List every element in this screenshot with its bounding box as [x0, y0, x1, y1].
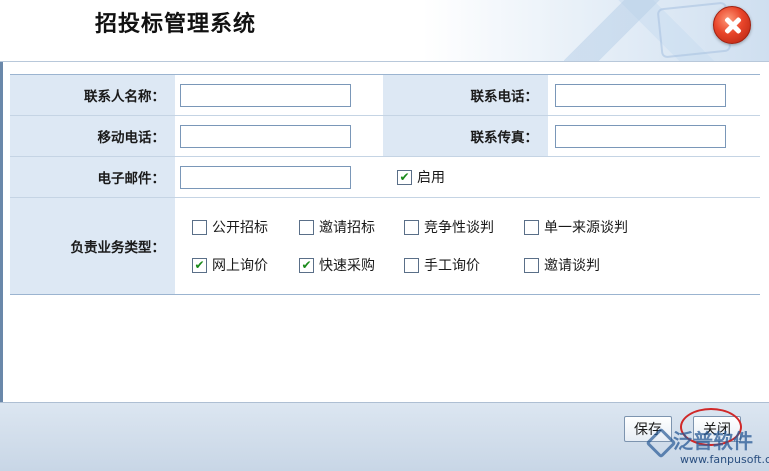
title-bar: 招投标管理系统: [0, 0, 769, 62]
option-checkbox[interactable]: [404, 257, 419, 273]
option-single-source[interactable]: 单一来源谈判: [524, 208, 654, 246]
option-manual-inquiry[interactable]: 手工询价: [404, 246, 524, 284]
option-label: 手工询价: [424, 258, 480, 274]
option-online-inquiry[interactable]: ✔ 网上询价: [192, 246, 299, 284]
option-checkbox[interactable]: [524, 219, 539, 235]
business-types-cell: 公开招标 邀请招标 竞争性谈判 单一来源谈判 ✔ 网上询价 ✔ 快速采购 手工询…: [175, 198, 760, 294]
email-label: 电子邮件：: [10, 157, 175, 197]
contact-name-input[interactable]: [180, 83, 351, 107]
enable-checkbox[interactable]: ✔: [397, 169, 412, 185]
watermark-url: www.fanpusoft.com: [680, 453, 769, 466]
mobile-phone-input[interactable]: [180, 124, 351, 148]
option-label: 公开招标: [212, 220, 268, 236]
option-label: 竞争性谈判: [424, 220, 494, 236]
mobile-phone-cell: [175, 116, 383, 156]
mobile-phone-label: 移动电话：: [10, 116, 175, 156]
window-title: 招投标管理系统: [95, 11, 257, 37]
option-checkbox[interactable]: [524, 257, 539, 273]
option-label: 单一来源谈判: [544, 220, 628, 236]
form-row-contact: 联系人名称： 联系电话：: [10, 75, 760, 116]
window-left-edge: [0, 0, 3, 471]
business-types-grid: 公开招标 邀请招标 竞争性谈判 单一来源谈判 ✔ 网上询价 ✔ 快速采购 手工询…: [175, 208, 654, 284]
form-row-mobile: 移动电话： 联系传真：: [10, 116, 760, 157]
contact-fax-input[interactable]: [555, 124, 726, 148]
email-input[interactable]: [180, 165, 351, 189]
contact-phone-input[interactable]: [555, 83, 726, 107]
contact-form: 联系人名称： 联系电话： 移动电话： 联系传真： 电子邮件： ✔ 启用 负责业务…: [10, 74, 760, 295]
option-label: 快速采购: [319, 258, 375, 274]
option-competitive-negotiation[interactable]: 竞争性谈判: [404, 208, 524, 246]
button-bar: 保存 关闭 泛普软件 www.fanpusoft.com: [0, 402, 769, 471]
option-label: 网上询价: [212, 258, 268, 274]
option-checkbox[interactable]: ✔: [299, 257, 314, 273]
option-checkbox[interactable]: ✔: [192, 257, 207, 273]
form-row-business-types: 负责业务类型： 公开招标 邀请招标 竞争性谈判 单一来源谈判 ✔ 网上询价 ✔ …: [10, 198, 760, 294]
option-checkbox[interactable]: [192, 219, 207, 235]
close-button[interactable]: 关闭: [693, 416, 741, 442]
email-cell: ✔ 启用: [175, 157, 760, 197]
contact-fax-label: 联系传真：: [383, 116, 548, 156]
contact-name-label: 联系人名称：: [10, 75, 175, 115]
contact-fax-cell: [548, 116, 760, 156]
option-label: 邀请招标: [319, 220, 375, 236]
enable-label: 启用: [417, 170, 445, 186]
option-quick-purchase[interactable]: ✔ 快速采购: [299, 246, 404, 284]
option-checkbox[interactable]: [404, 219, 419, 235]
option-checkbox[interactable]: [299, 219, 314, 235]
save-button[interactable]: 保存: [624, 416, 672, 442]
option-invited-tender[interactable]: 邀请招标: [299, 208, 404, 246]
option-label: 邀请谈判: [544, 258, 600, 274]
enable-option[interactable]: ✔ 启用: [397, 167, 445, 187]
close-x-icon[interactable]: [713, 6, 751, 44]
option-invited-negotiation[interactable]: 邀请谈判: [524, 246, 654, 284]
contact-name-cell: [175, 75, 383, 115]
business-types-label: 负责业务类型：: [10, 198, 175, 294]
option-public-tender[interactable]: 公开招标: [192, 208, 299, 246]
contact-phone-cell: [548, 75, 760, 115]
form-row-email: 电子邮件： ✔ 启用: [10, 157, 760, 198]
contact-phone-label: 联系电话：: [383, 75, 548, 115]
